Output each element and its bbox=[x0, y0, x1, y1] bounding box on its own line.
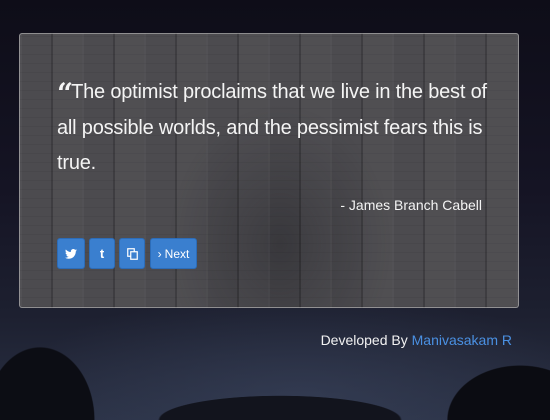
twitter-icon bbox=[65, 248, 77, 259]
author-link[interactable]: Manivasakam R bbox=[412, 332, 512, 348]
chevron-right-icon: › bbox=[157, 246, 162, 261]
quote-card: “The optimist proclaims that we live in … bbox=[19, 33, 519, 308]
copy-button[interactable] bbox=[119, 238, 145, 269]
quote-author: - James Branch Cabell bbox=[340, 197, 482, 213]
tweet-button[interactable] bbox=[57, 238, 85, 269]
footer-credit: Developed By Manivasakam R bbox=[321, 332, 512, 348]
footer-prefix: Developed By bbox=[320, 332, 412, 348]
next-label: Next bbox=[164, 246, 190, 261]
tumblr-button[interactable]: t bbox=[89, 238, 115, 269]
quote-mark-icon: “ bbox=[57, 77, 73, 110]
copy-icon bbox=[126, 247, 138, 260]
quote-text-block: “The optimist proclaims that we live in … bbox=[57, 75, 487, 181]
next-quote-button[interactable]: › Next bbox=[150, 238, 197, 269]
quote-text: The optimist proclaims that we live in t… bbox=[57, 81, 487, 174]
tumblr-icon: t bbox=[99, 246, 105, 261]
